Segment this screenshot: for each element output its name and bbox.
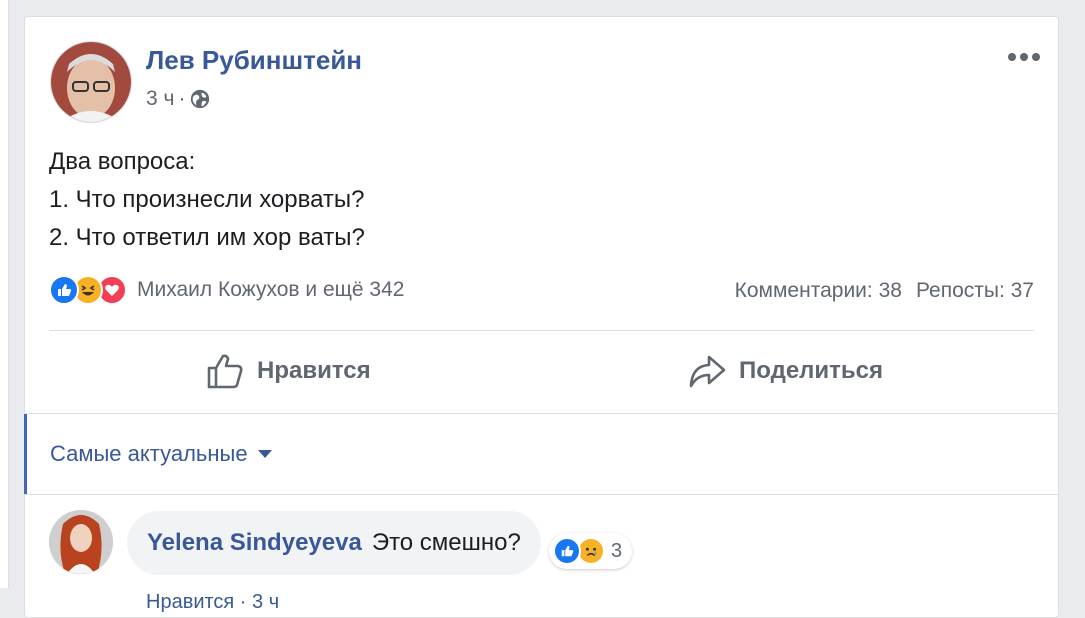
reactions-summary[interactable]: Михаил Кожухов и ещё 342 [49,275,404,305]
caret-down-icon [257,450,272,458]
post-counts: Комментарии: 38 Репосты: 37 [735,279,1034,303]
author-name[interactable]: Лев Рубинштейн [146,45,362,76]
reactions-names[interactable]: Михаил Кожухов и ещё 342 [137,278,404,302]
post-text-line: 1. Что произнесли хорваты? [49,186,365,213]
comments-count[interactable]: Комментарии: 38 [735,279,902,303]
thumbs-up-icon [207,354,243,389]
like-reaction-icon [553,537,581,565]
meta-separator: · [178,87,186,110]
post-card: Лев Рубинштейн 3 ч · Два вопроса: 1. Что… [24,16,1059,618]
comment-bubble: Yelena Sindyeyeva Это смешно? [127,511,541,575]
comment-reaction-count: 3 [611,539,623,562]
share-button-label: Поделиться [739,357,884,384]
post-time[interactable]: 3 ч [146,87,174,111]
like-button[interactable]: Нравится [205,351,371,391]
like-reaction-icon [49,275,79,305]
post-text: Два вопроса: 1. Что произнесли хорваты? … [49,143,365,257]
sad-reaction-icon [577,537,605,565]
divider [49,330,1034,331]
shares-count[interactable]: Репосты: 37 [916,279,1034,303]
divider [25,494,1058,495]
comment-reactions[interactable]: 3 [549,533,633,569]
post-text-line: Два вопроса: [49,148,196,175]
post-text-line: 2. Что ответил им хор ваты? [49,224,365,251]
comment-footer[interactable]: Нравится · 3 ч [146,591,279,614]
like-button-label: Нравится [257,357,371,384]
more-options-button[interactable] [1008,53,1040,61]
more-dot [1032,53,1040,61]
comment-text: Это смешно? [371,529,521,556]
post-meta: 3 ч · [146,87,211,111]
commenter-avatar[interactable] [49,510,113,574]
more-dot [1008,53,1016,61]
share-arrow-icon [689,355,726,388]
left-panel-edge [0,0,9,588]
divider [25,413,1058,414]
commenter-name[interactable]: Yelena Sindyeyeva [147,529,362,557]
comments-accent-bar [24,414,27,494]
sort-label: Самые актуальные [50,441,248,466]
share-button[interactable]: Поделиться [687,351,883,391]
comments-sort-dropdown[interactable]: Самые актуальные [50,441,272,467]
globe-icon[interactable] [189,88,211,110]
more-dot [1020,53,1028,61]
author-avatar[interactable] [50,41,132,123]
